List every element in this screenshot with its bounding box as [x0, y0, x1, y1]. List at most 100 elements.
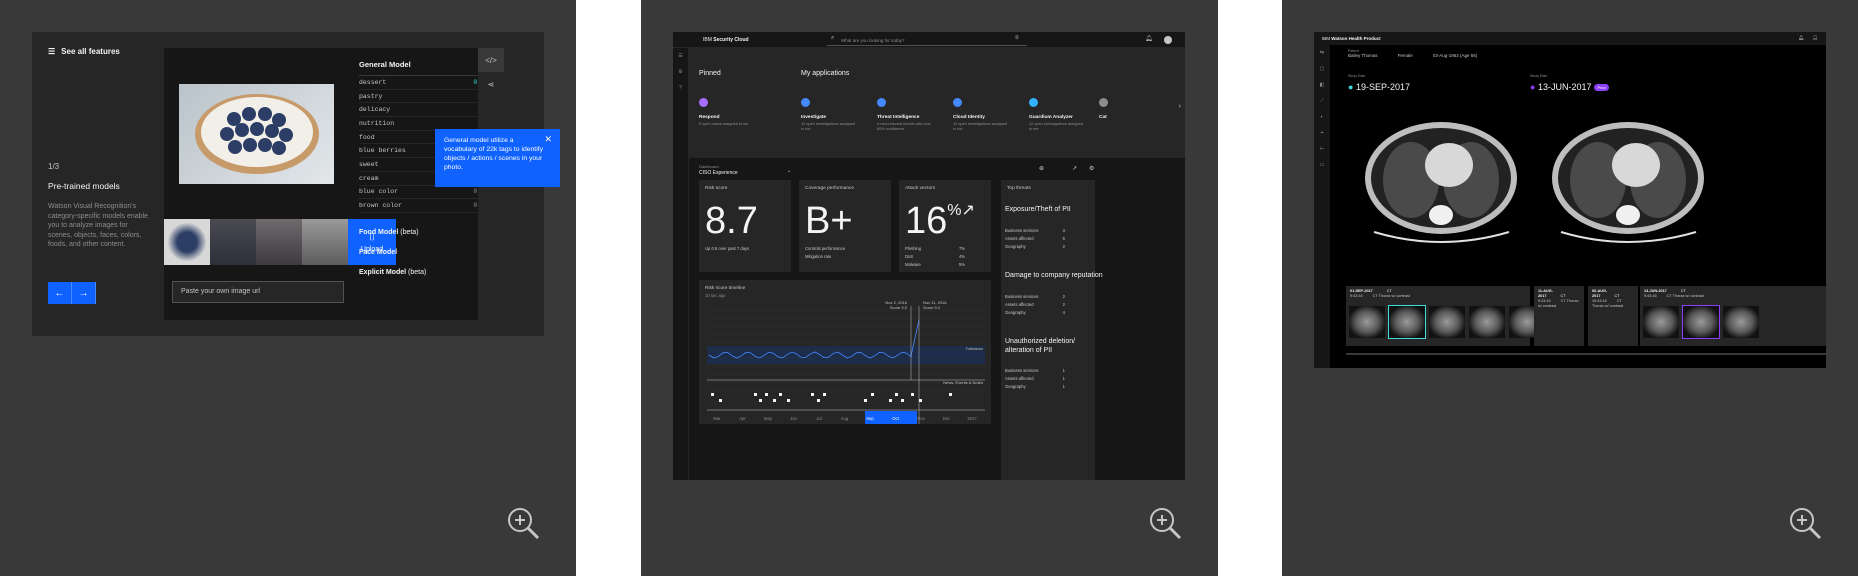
general-model-header[interactable]: General Model–	[359, 54, 489, 76]
event-marker[interactable]	[787, 399, 790, 402]
risk-score-tile[interactable]: Risk score 8.7 Up 0.6 over past 7 days	[699, 180, 791, 272]
event-marker[interactable]	[871, 393, 874, 396]
share-icon[interactable]: ⋖	[478, 72, 504, 96]
event-marker[interactable]	[779, 393, 782, 396]
event-marker[interactable]	[911, 393, 914, 396]
app-tile[interactable]: Guardium Analyzer 12 open investigations …	[1029, 98, 1085, 132]
help-icon[interactable]: ?	[673, 80, 688, 96]
ct-scan-current[interactable]	[1359, 110, 1524, 250]
arrow-right-icon[interactable]: →	[72, 282, 96, 304]
event-marker[interactable]	[754, 393, 757, 396]
code-icon[interactable]: </>	[478, 48, 504, 72]
event-marker[interactable]	[759, 399, 762, 402]
threat-item[interactable]: Exposure/Theft of PII Business services 3 A…	[1005, 206, 1103, 249]
event-marker[interactable]	[949, 393, 952, 396]
event-marker[interactable]	[895, 393, 898, 396]
settings-icon[interactable]: ⚙	[673, 64, 688, 80]
ruler-icon[interactable]: ⊢	[1314, 141, 1330, 157]
close-icon[interactable]: ✕	[544, 135, 552, 144]
window-icon[interactable]: ◧	[1314, 77, 1330, 93]
preview-pane-visual-recognition[interactable]: ☰ See all features 1/3 Pre-trained model…	[0, 0, 576, 576]
series-thumbnail[interactable]	[1643, 306, 1679, 338]
arrow-left-icon[interactable]: ←	[48, 282, 72, 304]
event-marker[interactable]	[864, 399, 867, 402]
series-timeline[interactable]	[1346, 353, 1826, 355]
face-model-row[interactable]: Face Model+	[359, 243, 489, 263]
threat-item[interactable]: Damage to company reputation Business ser…	[1005, 272, 1103, 315]
attack-vectors-tile[interactable]: Attack vectors 16%↗ Phishing 7% DoS 4% Malwa…	[899, 180, 991, 272]
preview-pane-security-cloud[interactable]: IBM Security Cloud What are you looking …	[641, 0, 1218, 576]
tag-name: blue berries	[359, 147, 406, 155]
thumbnail-people[interactable]	[210, 219, 256, 265]
series-card[interactable]: 13-JUN-2017 CT 9:43:16 CT Thorax w/ contras…	[1640, 286, 1826, 346]
threat-item[interactable]: Unauthorized deletion/ alteration of PII…	[1005, 338, 1103, 389]
image-url-input[interactable]: Paste your own image url	[172, 281, 344, 303]
app-tile[interactable]: Cloud Identity 12 open investigations ass…	[953, 98, 1009, 132]
zoom-in-icon[interactable]	[506, 506, 540, 540]
measure-icon[interactable]: ⟋	[1314, 93, 1330, 109]
event-marker[interactable]	[823, 393, 826, 396]
zoom-in-icon[interactable]	[1148, 506, 1182, 540]
month-tick: Dec	[943, 416, 950, 421]
zoom-in-icon[interactable]	[1788, 506, 1822, 540]
select-icon[interactable]: ▢	[1314, 61, 1330, 77]
user-icon[interactable]: 👤︎	[1812, 35, 1818, 41]
tag-row: delicacy	[359, 103, 489, 118]
series-thumbnail[interactable]	[1682, 305, 1720, 339]
notification-icon[interactable]: 🔔︎	[1798, 35, 1804, 41]
see-all-features-link[interactable]: ☰ See all features	[48, 47, 120, 56]
menu-icon[interactable]: ☰	[673, 48, 688, 64]
app-tile[interactable]: Investigate 12 open investigations assign…	[801, 98, 857, 132]
event-marker[interactable]	[773, 399, 776, 402]
thumbnail-room[interactable]	[302, 219, 348, 265]
series-card[interactable]: 01-SEP-2017 CT 9:43:16 CT Thorax w/ contras…	[1346, 286, 1545, 346]
app-tile[interactable]: Threat Intelligence A new relevant threat…	[877, 98, 933, 132]
event-marker[interactable]	[889, 399, 892, 402]
series-thumbnail[interactable]	[1469, 306, 1505, 338]
top-threats-tile[interactable]: Top threats Exposure/Theft of PII Busines…	[1001, 180, 1103, 480]
contrast-icon[interactable]: ◐	[1314, 109, 1330, 125]
event-marker[interactable]	[817, 399, 820, 402]
annotate-icon[interactable]: ⌖	[1314, 125, 1330, 141]
series-thumbnail[interactable]	[1388, 305, 1426, 339]
top-bar: IBM Watson Health Product 🔔︎ 👤︎	[1314, 32, 1826, 45]
avatar[interactable]	[1164, 36, 1172, 44]
settings-icon[interactable]: ⚙	[1089, 165, 1094, 172]
layout-icon[interactable]: ⇆	[1314, 45, 1330, 61]
series-card[interactable]: 06-AUG-2017 CT 10:43:16 CT Thorax w/ contra…	[1588, 286, 1638, 346]
search-input[interactable]: What are you looking for today?	[827, 35, 1027, 46]
tag-row: brown color0.54	[359, 199, 489, 213]
month-tick: May	[764, 416, 773, 421]
launch-icon[interactable]: ↗	[1072, 165, 1077, 172]
series-thumbnail[interactable]	[1429, 306, 1465, 338]
thumbnail-dessert[interactable]	[164, 219, 210, 265]
event-marker[interactable]	[919, 399, 922, 402]
app-tile[interactable]: Cat	[1099, 98, 1155, 122]
explicit-model-row[interactable]: Explicit Model (beta)+	[359, 263, 489, 283]
comment-icon[interactable]: ▭	[1314, 157, 1330, 173]
zoom-icon[interactable]: ⊕	[1039, 165, 1044, 172]
app-tile[interactable]: Respond 5 open cases assigned to me	[699, 98, 755, 127]
dashboard-selector[interactable]: Dashboard CISO Experience	[699, 164, 738, 176]
marker-score: Score 9.2	[923, 305, 941, 310]
event-marker[interactable]	[901, 399, 904, 402]
study-date-prior: Study Date ● 13-JUN-2017 Prior	[1530, 74, 1609, 92]
risk-timeline-tile[interactable]: Risk score timeline 10 sec ago Nov 2, 20…	[699, 280, 991, 424]
thumbnail-group[interactable]	[256, 219, 302, 265]
event-marker[interactable]	[711, 393, 714, 396]
notification-icon[interactable]: 🔔︎	[1145, 35, 1153, 42]
month-tick: Nov	[917, 416, 925, 421]
ct-scan-prior[interactable]	[1546, 110, 1711, 250]
series-thumbnail[interactable]	[1349, 306, 1385, 338]
preview-pane-watson-health[interactable]: IBM Watson Health Product 🔔︎ 👤︎ ⇆ ▢ ◧ ⟋ …	[1282, 0, 1858, 576]
series-card[interactable]: 11-AUG-2017 CT 9:43:16 CT Thorax w/ contras…	[1534, 286, 1584, 346]
event-marker[interactable]	[811, 393, 814, 396]
event-marker[interactable]	[719, 399, 722, 402]
food-model-row[interactable]: Food Model (beta)+	[359, 223, 489, 243]
series-thumbnail[interactable]	[1723, 306, 1759, 338]
chevron-right-icon[interactable]: ›	[1179, 103, 1181, 110]
coverage-tile[interactable]: Coverage performance B+ Controls perform…	[799, 180, 891, 272]
filter-icon[interactable]: ≡	[1015, 35, 1019, 41]
event-marker[interactable]	[765, 393, 768, 396]
tag-name: brown color	[359, 202, 402, 210]
